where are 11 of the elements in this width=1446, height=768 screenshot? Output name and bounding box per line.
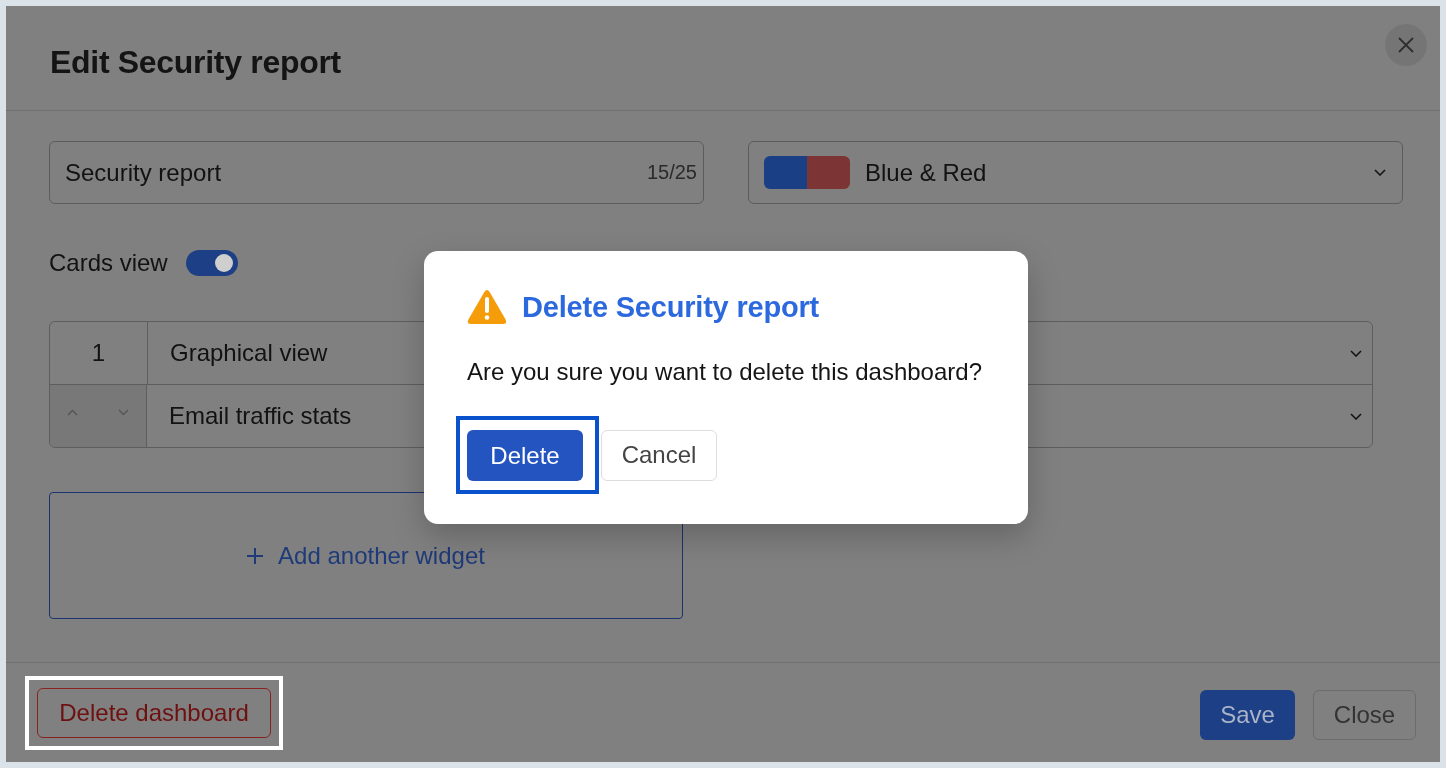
confirm-message: Are you sure you want to delete this dashboard? (467, 359, 983, 385)
cards-view-label: Cards view (49, 249, 168, 277)
dialog-title: Edit Security report (50, 43, 341, 81)
order-number: 1 (91, 339, 106, 367)
add-widget-label: Add another widget (278, 541, 485, 570)
color-scheme-value: Blue & Red (865, 158, 987, 187)
name-value: Security report (65, 158, 222, 187)
confirm-title: Delete Security report (522, 290, 819, 324)
character-counter: 15/25 (646, 161, 697, 184)
widget-name: Graphical view (170, 339, 328, 367)
widget-name: Email traffic stats (169, 402, 352, 430)
